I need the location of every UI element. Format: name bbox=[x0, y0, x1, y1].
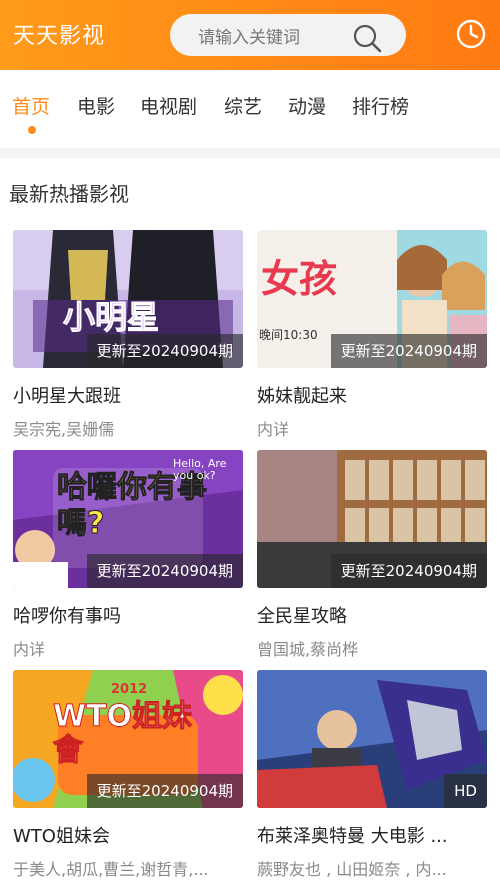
thumbnail-title-art: WTO姐妹會 bbox=[53, 699, 193, 768]
video-thumbnail[interactable]: HD bbox=[257, 670, 487, 808]
video-title[interactable]: 布莱泽奥特曼 大电影 ... bbox=[257, 822, 487, 848]
app-title: 天天影视 bbox=[13, 24, 106, 49]
video-cast: 于美人,胡瓜,曹兰,谢哲青,... bbox=[13, 860, 209, 879]
update-badge: 更新至20240904期 bbox=[86, 334, 243, 368]
thumbnail-airtime: 晚间10:30 bbox=[259, 328, 318, 342]
search-box[interactable]: 请输入关键词 bbox=[170, 14, 406, 56]
update-badge: 更新至20240904期 bbox=[86, 554, 243, 588]
video-cast: 内详 bbox=[257, 420, 290, 439]
video-thumbnail[interactable]: 更新至20240904期 bbox=[257, 450, 487, 588]
video-cast: 吴宗宪,吴姗儒 bbox=[13, 420, 115, 439]
thumbnail-tagline: Hello, Are you ok? bbox=[173, 457, 227, 482]
video-title[interactable]: 姊妹靓起来 bbox=[257, 382, 487, 408]
video-thumbnail[interactable]: 2012 WTO姐妹會 更新至20240904期 bbox=[13, 670, 243, 808]
video-cast: 曾国城,蔡尚桦 bbox=[257, 640, 359, 659]
video-title[interactable]: WTO姐妹会 bbox=[13, 822, 243, 848]
section-title: 最新热播影视 bbox=[9, 182, 129, 206]
clock-icon[interactable] bbox=[455, 18, 487, 50]
quality-badge: HD bbox=[444, 774, 487, 808]
video-title[interactable]: 全民星攻略 bbox=[257, 602, 487, 628]
top-bar: 天天影视 请输入关键词 bbox=[0, 0, 500, 70]
tab-variety[interactable]: 综艺 bbox=[224, 92, 262, 119]
thumbnail-title-art: 女孩 bbox=[261, 257, 338, 301]
tab-movies[interactable]: 电影 bbox=[77, 92, 115, 119]
video-thumbnail[interactable]: 女孩 晚间10:30 更新至20240904期 bbox=[257, 230, 487, 368]
thumbnail-title-art: 小明星 bbox=[62, 298, 160, 337]
video-title[interactable]: 哈啰你有事吗 bbox=[13, 602, 243, 628]
tab-anime[interactable]: 动漫 bbox=[288, 92, 326, 119]
video-cast: 蕨野友也 , 山田姬奈 , 内... bbox=[257, 860, 447, 879]
update-badge: 更新至20240904期 bbox=[86, 774, 243, 808]
tab-tv-series[interactable]: 电视剧 bbox=[140, 92, 197, 119]
search-input-placeholder[interactable]: 请输入关键词 bbox=[198, 23, 300, 48]
video-thumbnail[interactable]: 哈囉你有事嗎? Hello, Are you ok? 更新至20240904期 bbox=[13, 450, 243, 588]
video-title[interactable]: 小明星大跟班 bbox=[13, 382, 243, 408]
thumbnail-year: 2012 bbox=[111, 682, 148, 697]
update-badge: 更新至20240904期 bbox=[330, 334, 487, 368]
search-icon[interactable] bbox=[350, 21, 384, 55]
update-badge: 更新至20240904期 bbox=[330, 554, 487, 588]
section-divider bbox=[0, 148, 500, 158]
active-tab-indicator bbox=[28, 126, 36, 134]
video-cast: 内详 bbox=[13, 640, 46, 659]
tab-ranking[interactable]: 排行榜 bbox=[352, 92, 409, 119]
category-tabs: 首页 电影 电视剧 综艺 动漫 排行榜 bbox=[0, 70, 500, 148]
tab-home[interactable]: 首页 bbox=[12, 92, 50, 119]
video-thumbnail[interactable]: 小明星 更新至20240904期 bbox=[13, 230, 243, 368]
